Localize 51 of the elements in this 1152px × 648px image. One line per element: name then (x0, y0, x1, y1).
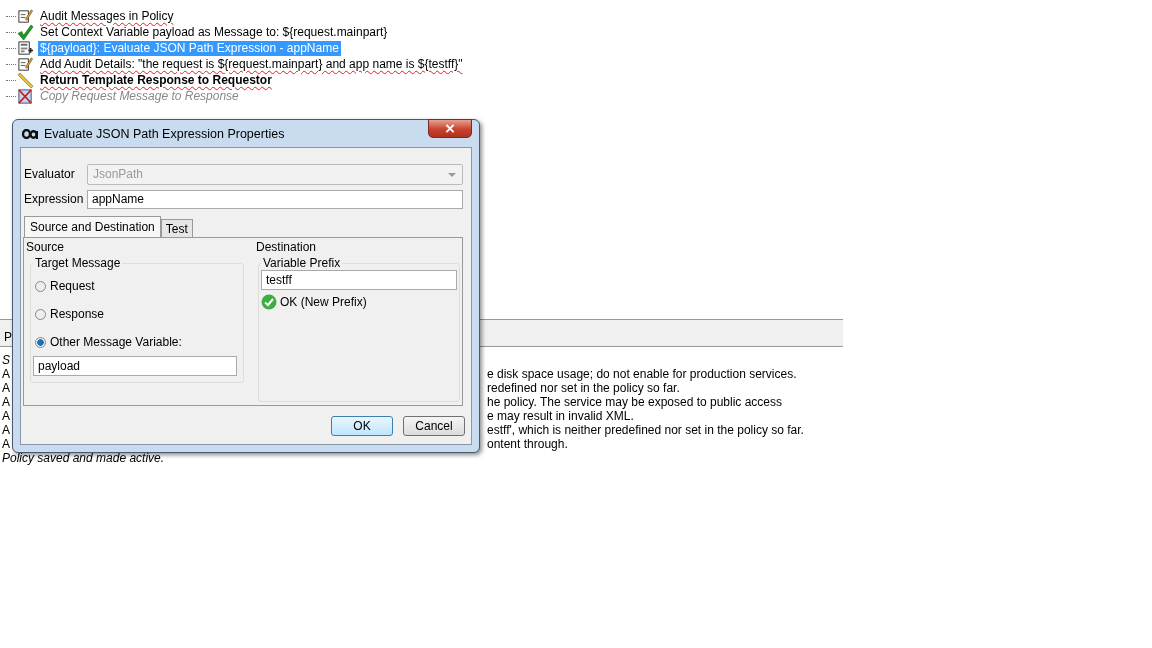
message-text: A (1, 423, 11, 437)
group-title: Variable Prefix (262, 256, 342, 270)
dialog-button[interactable]: OK (331, 416, 393, 436)
pencil-icon (17, 71, 34, 89)
message-text: ontent through. (487, 437, 568, 451)
message-text: A (1, 409, 11, 423)
check-circle-icon (261, 294, 277, 310)
tree-item[interactable]: Add Audit Details: "the request is ${request.mainpart} and app name is ${testff}" (38, 56, 465, 72)
app-logo-icon (22, 128, 38, 139)
notepad-pencil-icon (17, 55, 34, 73)
message-text: S (1, 353, 11, 367)
message-text: he policy. The service may be exposed to public access (487, 395, 783, 409)
caret-icon (448, 172, 456, 177)
message-text: Policy saved and made active. (1, 451, 165, 465)
notepad-pencil-icon (17, 7, 34, 25)
tab[interactable]: Source and Destination (24, 216, 161, 237)
tree-item[interactable]: Return Template Response to Requestor (38, 72, 274, 88)
variable-field[interactable]: payload (33, 356, 237, 376)
expression-field[interactable]: appName (87, 189, 463, 209)
radio-label[interactable]: Response (50, 307, 105, 321)
close-icon (445, 124, 455, 133)
dialog-button[interactable]: Cancel (403, 416, 465, 436)
section-heading: Source (26, 240, 66, 254)
section-heading: Destination (256, 240, 318, 254)
message-text: A (1, 395, 11, 409)
radio-button[interactable] (35, 308, 46, 320)
window-title: Evaluate JSON Path Expression Properties (44, 126, 285, 141)
close-button[interactable] (428, 119, 472, 138)
message-text: e disk space usage; do not enable for production services. (487, 367, 797, 381)
radio-button[interactable] (35, 280, 46, 292)
message-text: estff', which is neither predefined nor set in the policy so far. (487, 423, 804, 437)
message-text: e may result in invalid XML. (487, 409, 634, 423)
radio-button[interactable] (35, 336, 46, 348)
grid-document-icon (17, 39, 34, 57)
tree-item[interactable]: Audit Messages in Policy (38, 8, 176, 24)
check-mark-icon (17, 23, 34, 41)
message-text: redefined nor set in the policy so far. (487, 381, 680, 395)
tab[interactable]: Test (160, 219, 193, 237)
field-label: Expression (23, 192, 85, 206)
status-text: OK (New Prefix) (280, 295, 367, 309)
message-text: A (1, 367, 11, 381)
message-text: A (1, 381, 11, 395)
field-label: Evaluator (23, 167, 76, 181)
group-title: Target Message (34, 256, 122, 270)
message-text: A (1, 437, 11, 451)
prefix-field[interactable]: testff (261, 270, 457, 290)
panel-tab[interactable]: P (4, 330, 12, 344)
radio-label[interactable]: Other Message Variable: (50, 335, 182, 349)
radio-label[interactable]: Request (50, 279, 95, 293)
crossed-grid-icon (17, 87, 34, 105)
tree-item[interactable]: Set Context Variable payload as Message to: ${request.mainpart} (38, 24, 390, 40)
